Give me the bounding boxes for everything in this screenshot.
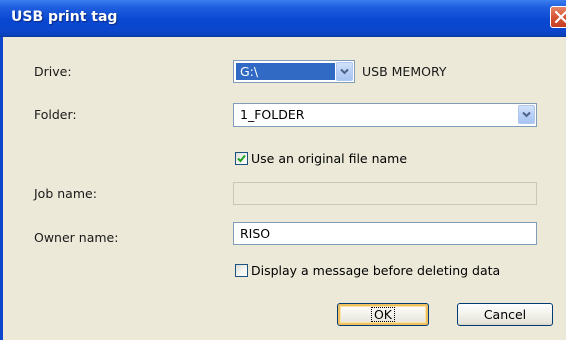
owner-name-label: Owner name: (34, 230, 119, 245)
drive-selected-value: G:\ (236, 63, 335, 80)
chevron-down-icon (522, 111, 531, 118)
drive-dropdown-button[interactable] (336, 62, 353, 81)
cancel-button-label: Cancel (483, 307, 527, 322)
title-bar[interactable]: USB print tag (0, 0, 566, 37)
display-message-label[interactable]: Display a message before deleting data (251, 263, 500, 278)
chevron-down-icon (340, 68, 349, 75)
folder-select[interactable]: 1_FOLDER (233, 103, 537, 127)
folder-selected-value: 1_FOLDER (240, 107, 305, 122)
folder-dropdown-button[interactable] (518, 105, 535, 124)
ok-button[interactable]: OK (337, 303, 429, 326)
use-original-name-label[interactable]: Use an original file name (251, 151, 407, 166)
drive-label: Drive: (34, 64, 72, 79)
drive-type-label: USB MEMORY (362, 64, 447, 79)
drive-select[interactable]: G:\ (233, 60, 355, 83)
close-button[interactable] (550, 6, 566, 28)
use-original-name-checkbox[interactable] (235, 152, 248, 165)
dialog-title: USB print tag (11, 9, 118, 25)
folder-label: Folder: (34, 107, 77, 122)
job-name-label: Job name: (34, 186, 97, 201)
cancel-button[interactable]: Cancel (457, 303, 553, 326)
display-message-checkbox[interactable] (235, 264, 248, 277)
job-name-input[interactable] (233, 182, 537, 205)
close-icon (555, 11, 566, 23)
check-icon (237, 154, 246, 163)
owner-name-input[interactable]: RISO (233, 222, 537, 245)
usb-print-tag-dialog: USB print tag Drive: G:\ USB MEMORY Fold… (0, 0, 566, 340)
ok-button-label: OK (370, 307, 396, 322)
